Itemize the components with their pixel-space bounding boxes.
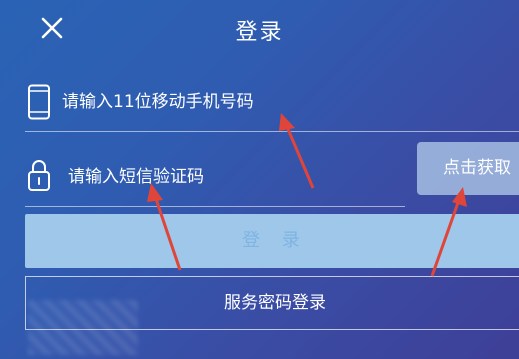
phone-number-input[interactable]: 请输入11位移动手机号码 [62, 84, 492, 120]
login-button[interactable]: 登 录 [25, 214, 519, 268]
sms-code-input[interactable]: 请输入短信验证码 [68, 160, 368, 194]
phone-icon [26, 84, 52, 120]
blurred-watermark [28, 300, 138, 355]
phone-input-underline [25, 131, 519, 132]
sms-code-underline [25, 206, 405, 207]
lock-icon [26, 158, 52, 192]
page-title: 登录 [235, 20, 284, 45]
get-code-button[interactable]: 点击获取 [417, 142, 519, 195]
